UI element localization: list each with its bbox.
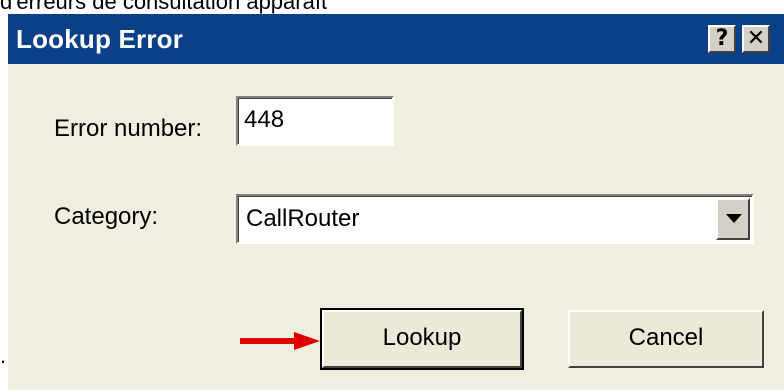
lookup-button[interactable]: Lookup [320,308,524,370]
error-number-label: Error number: [54,115,203,142]
help-button[interactable]: ? [708,25,736,53]
caption-text: d'erreurs de consultation apparaît [0,0,328,14]
category-select[interactable]: CallRouter [236,194,754,244]
cancel-button[interactable]: Cancel [568,310,764,368]
title-bar: Lookup Error ? ✕ [8,14,784,64]
category-label: Category: [54,203,159,230]
dialog-title: Lookup Error [16,24,184,54]
trailing-period: . [0,343,7,368]
category-value: CallRouter [246,205,360,232]
close-icon: ✕ [746,26,766,51]
category-dropdown-button[interactable] [716,198,750,240]
chevron-down-icon [726,214,742,223]
error-number-field[interactable]: 448 [236,96,394,146]
lookup-error-dialog: Lookup Error ? ✕ Error number: 448 Categ… [8,14,784,390]
red-arrow-icon [240,332,320,350]
close-button[interactable]: ✕ [742,25,770,53]
